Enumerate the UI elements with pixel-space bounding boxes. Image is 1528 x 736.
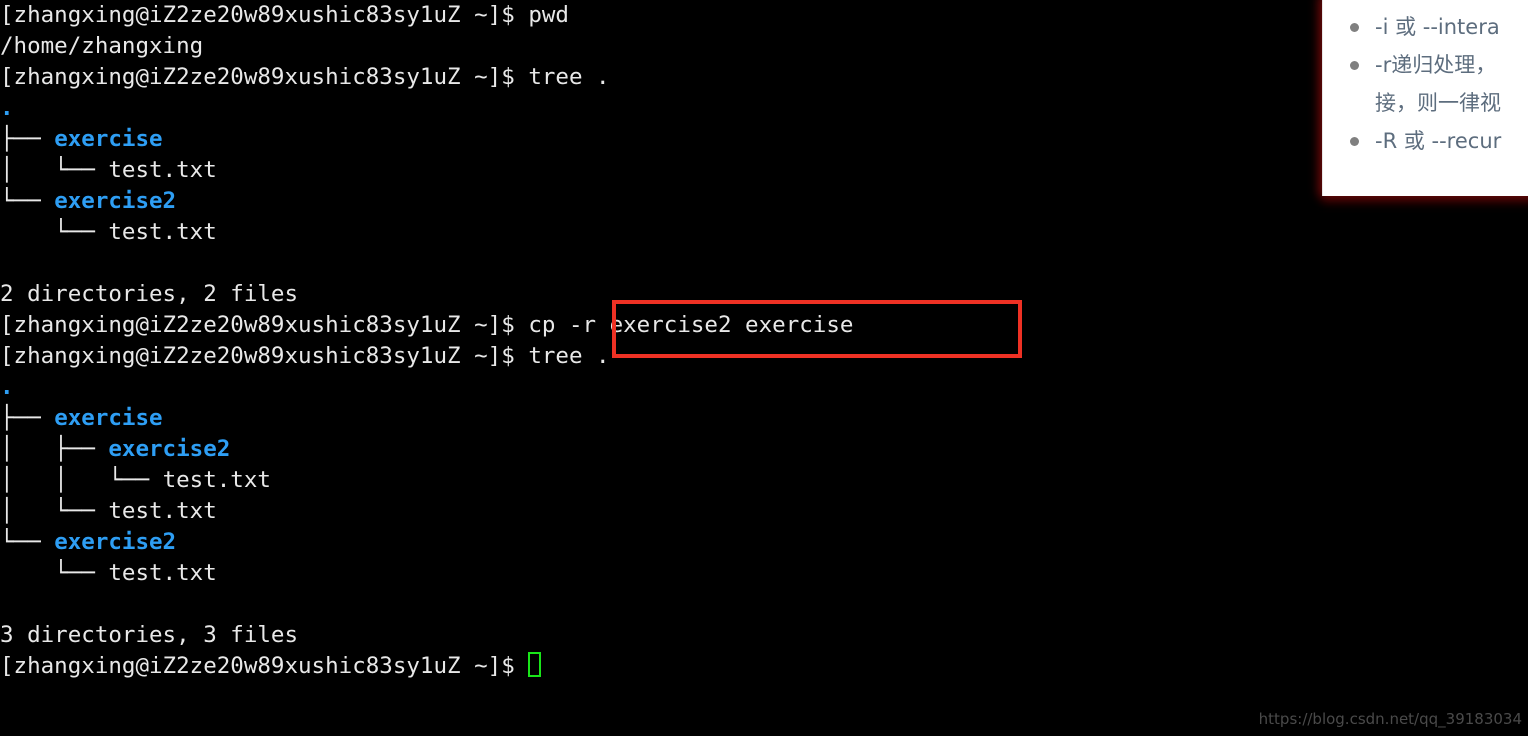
tree-file-name: test.txt [108, 560, 217, 586]
tree-branch-glyph: └── [0, 219, 109, 245]
note-bullet-list: -i 或 --intera -r递归处理， 接，则一律视 -R 或 --recur [1323, 0, 1528, 160]
shell-prompt: [zhangxing@iZ2ze20w89xushic83sy1uZ ~]$ [0, 2, 529, 28]
tree-entry-line: └── exercise2 [0, 186, 1528, 217]
tree-branch-glyph: └── [0, 560, 109, 586]
tree-root-line: . [0, 93, 1528, 124]
terminal-command-line: [zhangxing@iZ2ze20w89xushic83sy1uZ ~]$ c… [0, 310, 1528, 341]
tree-entry-line: ├── exercise [0, 124, 1528, 155]
command-text[interactable]: pwd [528, 2, 569, 28]
tree-entry-line: │ │ └── test.txt [0, 465, 1528, 496]
tree-branch-glyph: ├── [0, 126, 55, 152]
tree-root-dot: . [0, 374, 14, 400]
output-text: /home/zhangxing [0, 33, 204, 59]
tree-entry-line: ├── exercise [0, 403, 1528, 434]
tree-entry-line: │ └── test.txt [0, 155, 1528, 186]
terminal-command-line: [zhangxing@iZ2ze20w89xushic83sy1uZ ~]$ p… [0, 0, 1528, 31]
tree-directory-name: exercise [54, 126, 163, 152]
tree-branch-glyph: ├── [0, 405, 55, 431]
command-text[interactable]: tree . [528, 343, 609, 369]
note-bullet-item: -r递归处理， 接，则一律视 [1350, 46, 1528, 122]
note-text-line-continued: 接，则一律视 [1375, 91, 1501, 115]
shell-prompt: [zhangxing@iZ2ze20w89xushic83sy1uZ ~]$ [0, 64, 529, 90]
note-bullet-item: -i 或 --intera [1350, 8, 1528, 46]
tree-file-name: test.txt [108, 157, 217, 183]
note-bullet-item: -R 或 --recur [1350, 122, 1528, 160]
tree-file-name: test.txt [108, 498, 217, 524]
tree-branch-glyph: │ └── [0, 498, 109, 524]
watermark-text: https://blog.csdn.net/qq_39183034 [1258, 710, 1522, 728]
terminal-active-prompt-line: [zhangxing@iZ2ze20w89xushic83sy1uZ ~]$ [0, 651, 1528, 682]
note-text-line: -R 或 --recur [1375, 129, 1502, 153]
note-text-line: -i 或 --intera [1375, 15, 1500, 39]
terminal-output-line: 2 directories, 2 files [0, 279, 1528, 310]
tree-directory-name: exercise2 [54, 188, 177, 214]
tree-directory-name: exercise [54, 405, 163, 431]
tree-entry-line: └── test.txt [0, 558, 1528, 589]
tree-entry-line: │ └── test.txt [0, 496, 1528, 527]
tree-directory-name: exercise2 [54, 529, 177, 555]
shell-prompt: [zhangxing@iZ2ze20w89xushic83sy1uZ ~]$ [0, 653, 529, 679]
terminal-command-line: [zhangxing@iZ2ze20w89xushic83sy1uZ ~]$ t… [0, 62, 1528, 93]
terminal-command-line: [zhangxing@iZ2ze20w89xushic83sy1uZ ~]$ t… [0, 341, 1528, 372]
tree-branch-glyph: │ │ └── [0, 467, 163, 493]
shell-prompt: [zhangxing@iZ2ze20w89xushic83sy1uZ ~]$ [0, 312, 529, 338]
command-text[interactable]: tree . [528, 64, 609, 90]
tree-root-dot: . [0, 95, 14, 121]
bullet-dot-icon [1350, 61, 1359, 70]
shell-prompt: [zhangxing@iZ2ze20w89xushic83sy1uZ ~]$ [0, 343, 529, 369]
tree-entry-line: │ ├── exercise2 [0, 434, 1528, 465]
terminal-output-line: 3 directories, 3 files [0, 620, 1528, 651]
tree-branch-glyph: └── [0, 188, 55, 214]
tree-branch-glyph: │ ├── [0, 436, 109, 462]
tree-entry-line: └── exercise2 [0, 527, 1528, 558]
output-text: 2 directories, 2 files [0, 281, 299, 307]
note-overlay-panel: -i 或 --intera -r递归处理， 接，则一律视 -R 或 --recur [1322, 0, 1528, 196]
bullet-dot-icon [1350, 137, 1359, 146]
tree-entry-line: └── test.txt [0, 217, 1528, 248]
output-text: 3 directories, 3 files [0, 622, 299, 648]
tree-file-name: test.txt [108, 219, 217, 245]
highlighted-command-text[interactable]: cp -r exercise2 exercise [528, 312, 853, 338]
terminal-output[interactable]: [zhangxing@iZ2ze20w89xushic83sy1uZ ~]$ p… [0, 0, 1528, 736]
tree-directory-name: exercise2 [108, 436, 231, 462]
tree-branch-glyph: └── [0, 529, 55, 555]
text-cursor[interactable] [528, 652, 542, 677]
tree-branch-glyph: │ └── [0, 157, 109, 183]
note-text-line: -r递归处理， [1375, 53, 1497, 77]
tree-file-name: test.txt [162, 467, 271, 493]
bullet-dot-icon [1350, 23, 1359, 32]
tree-root-line: . [0, 372, 1528, 403]
terminal-output-line: /home/zhangxing [0, 31, 1528, 62]
